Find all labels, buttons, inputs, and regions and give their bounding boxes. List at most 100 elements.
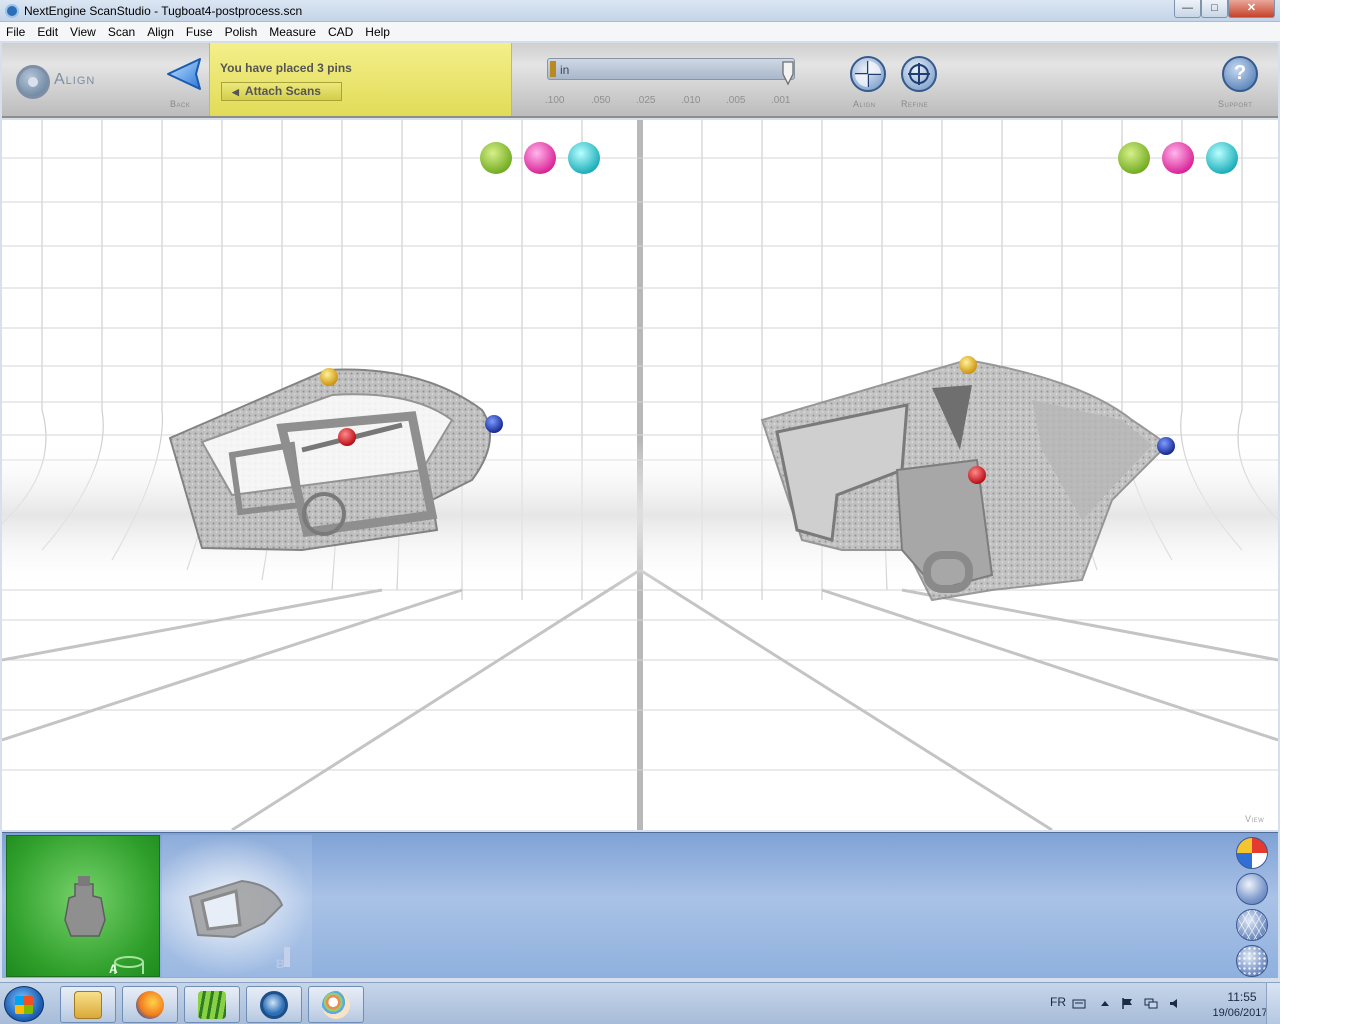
mesh-icon: [1237, 910, 1267, 940]
system-tray: FR 11:55 19/06/2017: [1040, 983, 1280, 1024]
view-label: View: [1245, 814, 1265, 824]
tugboat-thumbnail-icon: [64, 876, 144, 974]
language-indicator[interactable]: FR: [1050, 995, 1066, 1009]
pin-palette-pink[interactable]: [524, 142, 556, 174]
show-desktop-button[interactable]: [1266, 983, 1280, 1024]
maximize-button[interactable]: □: [1201, 0, 1228, 18]
pin-status-panel: You have placed 3 pins ◀ Attach Scans: [209, 43, 512, 116]
taskbar-paint[interactable]: [308, 986, 364, 1023]
window-title: NextEngine ScanStudio - Tugboat4-postpro…: [24, 4, 303, 18]
firefox-icon: [136, 991, 164, 1019]
tolerance-tick: .100: [545, 95, 565, 106]
align-toolbar: Align Back You have placed 3 pins ◀ Attac…: [2, 43, 1278, 118]
attach-scans-button[interactable]: ◀ Attach Scans: [221, 82, 342, 101]
minimize-button[interactable]: —: [1174, 0, 1201, 18]
pin-palette-green[interactable]: [1118, 142, 1150, 174]
attach-scans-label: Attach Scans: [244, 84, 321, 98]
taskbar-explorer[interactable]: [60, 986, 116, 1023]
crosshair-icon: [855, 61, 881, 87]
taskbar-scanstudio[interactable]: [246, 986, 302, 1023]
tolerance-tick: .050: [591, 95, 611, 106]
align-mode-icon[interactable]: [16, 65, 50, 99]
network-icon[interactable]: [1144, 997, 1158, 1010]
slider-thumb-icon[interactable]: [781, 60, 795, 86]
scanstudio-icon: [260, 991, 288, 1019]
menu-polish[interactable]: Polish: [219, 22, 264, 39]
menu-bar: File Edit View Scan Align Fuse Polish Measure CA…: [0, 22, 1280, 42]
tolerance-tick: .001: [771, 95, 791, 106]
menu-fuse[interactable]: Fuse: [180, 22, 219, 39]
clock-time[interactable]: 11:55: [1212, 990, 1272, 1004]
viewport-scene[interactable]: [2, 120, 1278, 830]
pin-red[interactable]: [338, 428, 356, 446]
units-value: in: [560, 63, 570, 77]
paint-icon: [322, 991, 350, 1019]
align-mode-label: Align: [54, 71, 96, 88]
pin-blue[interactable]: [485, 415, 503, 433]
keyboard-icon[interactable]: [1072, 997, 1086, 1010]
pin-blue[interactable]: [1157, 437, 1175, 455]
scan-b-label: B: [276, 957, 285, 971]
pin-status-text: You have placed 3 pins: [220, 61, 352, 75]
close-button[interactable]: ✕: [1228, 0, 1275, 18]
triangle-left-icon: ◀: [232, 87, 239, 97]
scanstudio-window: NextEngine ScanStudio - Tugboat4-postpro…: [0, 0, 1280, 1024]
pin-palette-pink[interactable]: [1162, 142, 1194, 174]
menu-file[interactable]: File: [0, 22, 31, 39]
menu-scan[interactable]: Scan: [102, 22, 141, 39]
back-arrow-icon: [167, 58, 201, 90]
scan-a-label: A: [109, 962, 118, 976]
taskbar-green-app[interactable]: [184, 986, 240, 1023]
taskbar-firefox[interactable]: [122, 986, 178, 1023]
folder-icon: [74, 991, 102, 1019]
support-button[interactable]: ?: [1222, 56, 1258, 92]
refine-caption: Refine: [901, 99, 929, 109]
scanstudio-app-icon: [5, 4, 19, 18]
tolerance-tick: .025: [636, 95, 656, 106]
tolerance-tick: .010: [681, 95, 701, 106]
align-button[interactable]: [850, 56, 886, 92]
render-mesh-button[interactable]: [1236, 909, 1268, 941]
render-points-button[interactable]: [1236, 945, 1268, 977]
title-bar: NextEngine ScanStudio - Tugboat4-postpro…: [0, 0, 1280, 22]
menu-help[interactable]: Help: [359, 22, 396, 39]
scan-a-thumbnail[interactable]: A: [6, 835, 160, 977]
chevron-up-icon[interactable]: [1098, 997, 1112, 1010]
green-app-icon: [198, 991, 226, 1019]
pin-palette-green[interactable]: [480, 142, 512, 174]
scan-b-thumbnail[interactable]: B: [162, 835, 312, 977]
menu-measure[interactable]: Measure: [263, 22, 322, 39]
menu-edit[interactable]: Edit: [31, 22, 64, 39]
windows-logo-icon: [15, 996, 33, 1014]
tolerance-tick: .005: [726, 95, 746, 106]
flag-icon[interactable]: [1120, 997, 1134, 1010]
points-icon: [1237, 946, 1267, 976]
units-slider-track[interactable]: in: [547, 58, 795, 80]
tugboat-thumbnail-icon: [188, 879, 290, 967]
menu-align[interactable]: Align: [141, 22, 180, 39]
crosshair-icon: [908, 63, 930, 85]
units-slider[interactable]: in: [547, 58, 801, 86]
taskbar: FR 11:55 19/06/2017: [0, 982, 1280, 1024]
support-caption: Support: [1218, 99, 1253, 109]
refine-button[interactable]: [901, 56, 937, 92]
pin-palette-cyan[interactable]: [568, 142, 600, 174]
menu-cad[interactable]: CAD: [322, 22, 359, 39]
pin-palette-cyan[interactable]: [1206, 142, 1238, 174]
scan-strip: A B: [2, 832, 1278, 978]
pin-yellow[interactable]: [959, 356, 977, 374]
3d-viewport[interactable]: View: [2, 120, 1278, 830]
align-caption: Align: [853, 99, 876, 109]
tolerance-scale: .100 .050 .025 .010 .005 .001: [545, 95, 805, 109]
question-icon: ?: [1233, 62, 1247, 84]
render-shaded-button[interactable]: [1236, 873, 1268, 905]
pin-red[interactable]: [968, 466, 986, 484]
start-button[interactable]: [4, 986, 44, 1022]
menu-view[interactable]: View: [64, 22, 102, 39]
render-color-button[interactable]: [1236, 837, 1268, 869]
back-button[interactable]: Back: [162, 57, 206, 113]
units-slider-marker: [550, 61, 556, 77]
back-caption: Back: [170, 99, 191, 109]
pin-yellow[interactable]: [320, 368, 338, 386]
volume-icon[interactable]: [1168, 997, 1182, 1010]
